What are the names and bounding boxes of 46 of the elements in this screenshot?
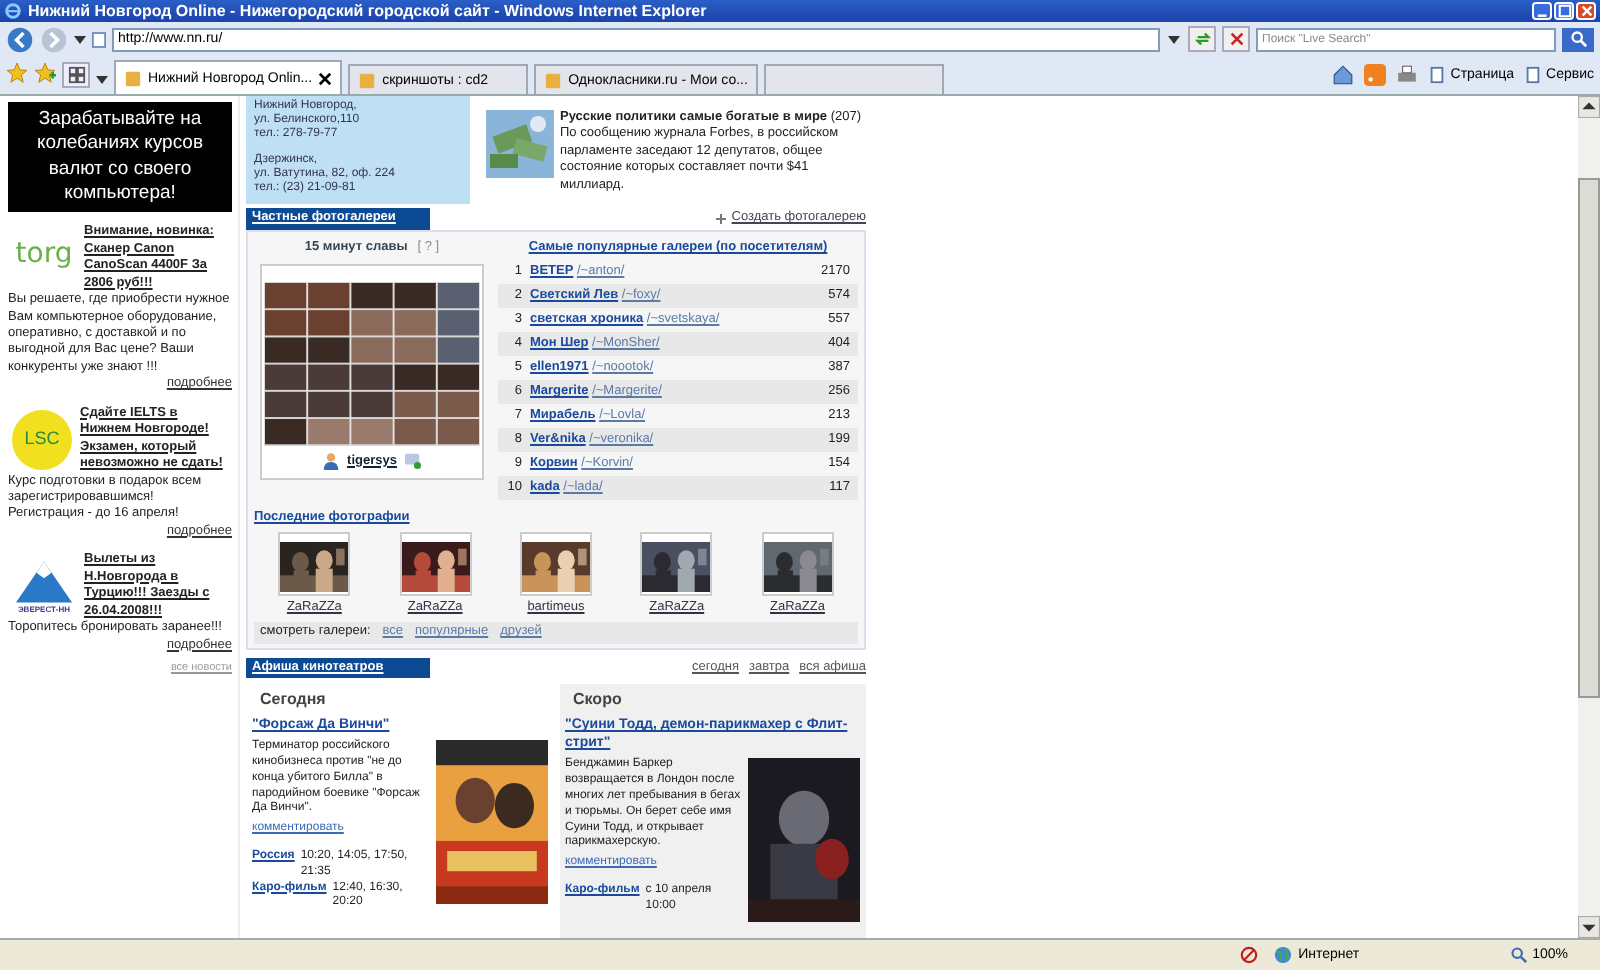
caret-icon[interactable] bbox=[96, 76, 108, 84]
page-icon bbox=[1428, 66, 1447, 84]
home-icon[interactable] bbox=[1332, 64, 1355, 86]
plus-icon[interactable] bbox=[715, 214, 726, 224]
stop-icon bbox=[1227, 30, 1245, 48]
favicon-icon bbox=[544, 71, 563, 89]
window-title: Нижний Новгород Online - Нижегородский городской сайт - Windows Internet Explorer bbox=[28, 2, 709, 20]
scrollbar[interactable] bbox=[1578, 96, 1600, 938]
photo-frame[interactable] bbox=[761, 531, 834, 596]
grid-icon bbox=[67, 66, 85, 84]
photo-frame[interactable] bbox=[519, 531, 592, 596]
magnifier-icon bbox=[1510, 946, 1529, 964]
close-button[interactable] bbox=[1576, 2, 1596, 20]
close-tab-icon[interactable] bbox=[318, 71, 333, 85]
column-heading: Сегодня bbox=[258, 689, 328, 711]
maximize-icon bbox=[1557, 4, 1571, 18]
caret-icon[interactable] bbox=[74, 35, 86, 43]
page-icon bbox=[1524, 66, 1543, 84]
photo-frame[interactable] bbox=[278, 531, 351, 596]
maximize-button[interactable] bbox=[1554, 2, 1574, 20]
ad-banner[interactable]: Зарабатывайте на колебаниях курсов валют со своего компьютера! bbox=[8, 102, 232, 213]
globe-icon bbox=[1274, 946, 1293, 964]
stop-button[interactable] bbox=[1222, 26, 1250, 52]
close-icon bbox=[1579, 4, 1593, 18]
scrollbar-thumb[interactable] bbox=[1578, 178, 1600, 698]
search-icon bbox=[1569, 30, 1587, 48]
favicon-icon bbox=[124, 69, 142, 87]
refresh-arrows-icon bbox=[1193, 30, 1211, 48]
search-button[interactable] bbox=[1562, 27, 1594, 51]
favorites-star-icon[interactable] bbox=[6, 62, 28, 84]
scroll-up-button[interactable] bbox=[1578, 96, 1600, 118]
add-favorite-icon[interactable] bbox=[34, 62, 56, 84]
minimize-button[interactable] bbox=[1532, 2, 1552, 20]
message-icon[interactable] bbox=[404, 452, 423, 471]
photo-frame[interactable] bbox=[399, 531, 472, 596]
column-heading: Скоро bbox=[571, 689, 624, 711]
dropdown-caret-icon[interactable] bbox=[1166, 31, 1182, 47]
favicon-icon bbox=[358, 71, 377, 89]
scroll-down-button[interactable] bbox=[1578, 916, 1600, 938]
back-button[interactable] bbox=[6, 25, 34, 53]
print-icon[interactable] bbox=[1396, 64, 1419, 86]
page-icon bbox=[92, 31, 106, 47]
photo-frame[interactable] bbox=[640, 531, 713, 596]
browser-icon bbox=[4, 2, 22, 20]
user-icon bbox=[321, 452, 340, 471]
quick-tabs-button[interactable] bbox=[62, 62, 90, 88]
